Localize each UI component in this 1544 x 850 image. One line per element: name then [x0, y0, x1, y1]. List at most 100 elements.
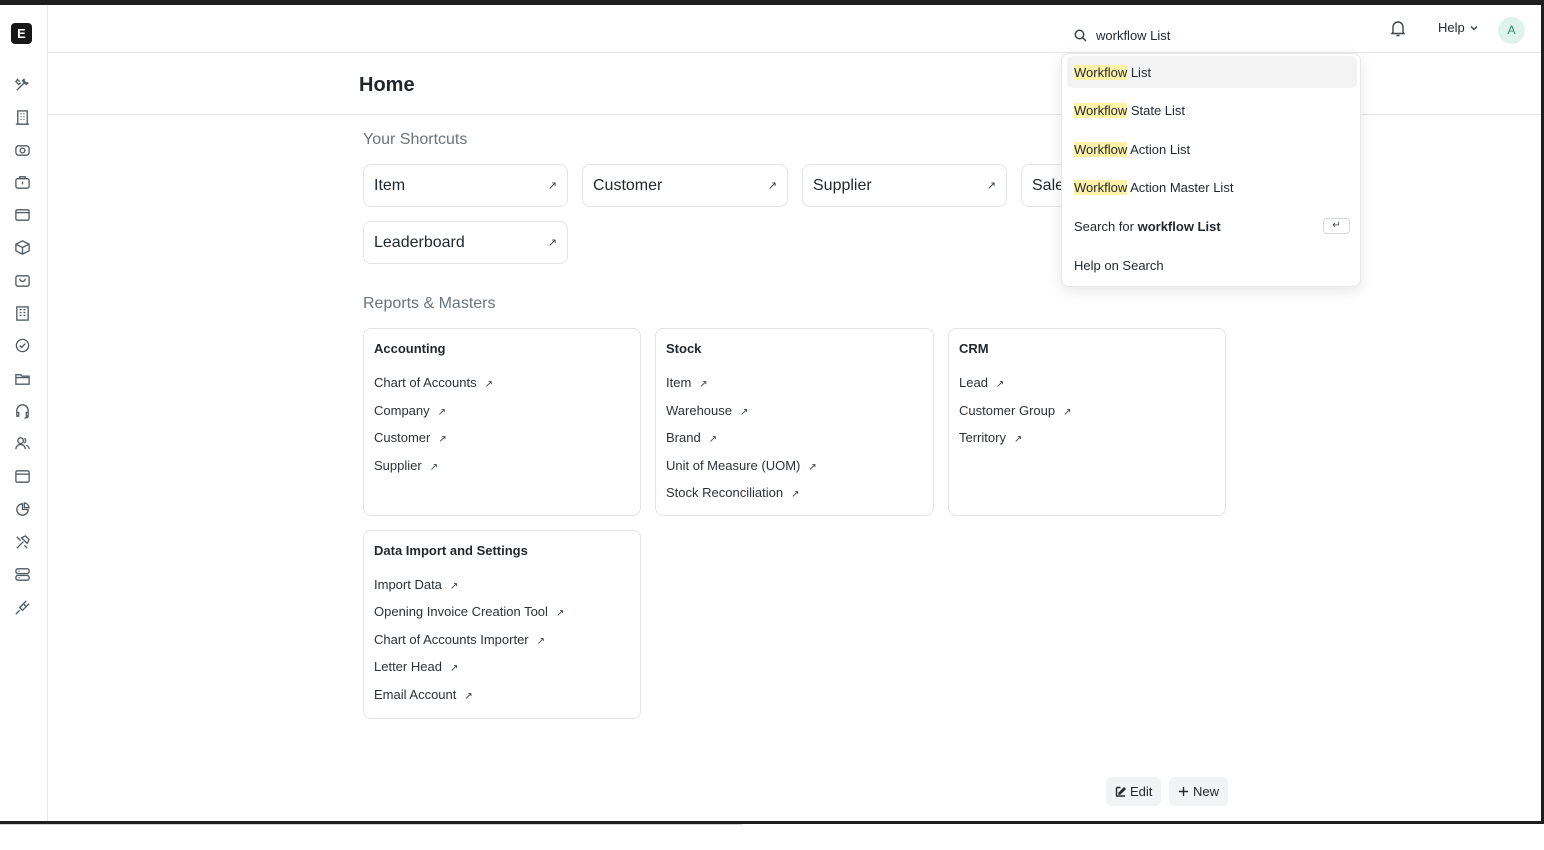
card-stock: Stock Item ↗ Warehouse ↗ Brand ↗ Unit of Me…	[655, 328, 934, 516]
shortcut-label: Leaderboard	[374, 234, 465, 251]
pie-chart-icon[interactable]	[13, 500, 31, 518]
tools-icon[interactable]	[13, 75, 31, 93]
enter-key-icon: ↵	[1323, 218, 1350, 234]
arrow-up-right-icon: ↗	[429, 462, 439, 473]
link-email-account[interactable]: Email Account ↗	[374, 687, 473, 702]
link-import-data[interactable]: Import Data ↗	[374, 577, 458, 592]
card-title: Accounting	[374, 341, 446, 356]
link-item[interactable]: Item ↗	[666, 375, 708, 390]
awesomebar-search	[1064, 21, 1360, 49]
notification-bell-icon[interactable]	[1390, 20, 1408, 38]
arrow-up-right-icon: ↗	[547, 237, 557, 249]
arrow-up-right-icon: ↗	[808, 462, 817, 473]
card-data-import-settings: Data Import and Settings Import Data ↗ Op…	[363, 530, 641, 719]
arrow-up-right-icon: ↗	[555, 608, 565, 619]
help-label: Help	[1438, 20, 1465, 35]
result-workflow-list[interactable]: Workflow List	[1067, 56, 1357, 88]
app-logo[interactable]: E	[11, 23, 32, 44]
link-chart-of-accounts[interactable]: Chart of Accounts ↗	[374, 375, 493, 390]
arrow-up-right-icon: ↗	[449, 663, 459, 674]
link-brand[interactable]: Brand ↗	[666, 430, 717, 445]
help-dropdown-button[interactable]: Help	[1438, 20, 1479, 35]
arrow-up-right-icon: ↗	[986, 180, 996, 192]
arrow-up-right-icon: ↗	[740, 407, 749, 418]
bag-icon[interactable]	[13, 271, 31, 289]
link-lead[interactable]: Lead ↗	[959, 375, 1004, 390]
chevron-down-icon	[1470, 25, 1478, 31]
card-accounting: Accounting Chart of Accounts ↗ Company ↗ C…	[363, 328, 641, 516]
arrow-up-right-icon: ↗	[449, 581, 459, 592]
arrow-up-right-icon: ↗	[699, 379, 708, 390]
plug-icon[interactable]	[13, 598, 31, 616]
hammer-icon[interactable]	[13, 533, 31, 551]
user-avatar[interactable]: A	[1498, 17, 1525, 44]
shortcuts-section-title: Your Shortcuts	[363, 131, 468, 148]
users-icon[interactable]	[13, 434, 31, 452]
shortcut-supplier[interactable]: Supplier ↗	[802, 164, 1007, 207]
sidebar: E	[0, 5, 48, 821]
shortcut-item[interactable]: Item ↗	[363, 164, 568, 207]
arrow-up-right-icon: ↗	[484, 379, 494, 390]
shortcut-label: Customer	[593, 177, 663, 194]
card-title: Stock	[666, 341, 702, 356]
link-letter-head[interactable]: Letter Head ↗	[374, 659, 458, 674]
building-icon[interactable]	[13, 108, 31, 126]
link-customer[interactable]: Customer ↗	[374, 430, 447, 445]
arrow-up-right-icon: ↗	[1063, 407, 1072, 418]
shortcut-label: Item	[374, 177, 406, 194]
shortcut-label: Supplier	[813, 177, 872, 194]
result-workflow-action-list[interactable]: Workflow Action List	[1067, 133, 1357, 165]
arrow-up-right-icon: ↗	[995, 379, 1005, 390]
link-company[interactable]: Company ↗	[374, 403, 446, 418]
new-button[interactable]: New	[1169, 777, 1229, 806]
edit-button[interactable]: Edit	[1106, 777, 1162, 806]
search-icon	[1074, 29, 1087, 42]
arrow-up-right-icon: ↗	[547, 180, 557, 192]
arrow-up-right-icon: ↗	[791, 489, 800, 500]
plus-icon	[1179, 787, 1188, 796]
shortcut-customer[interactable]: Customer ↗	[582, 164, 788, 207]
arrow-up-right-icon: ↗	[437, 407, 447, 418]
new-label: New	[1193, 784, 1220, 799]
page-title: Home	[359, 74, 415, 96]
result-workflow-state-list[interactable]: Workflow State List	[1067, 94, 1357, 126]
link-customer-group[interactable]: Customer Group ↗	[959, 403, 1071, 418]
office-icon[interactable]	[13, 304, 31, 322]
card-crm: CRM Lead ↗ Customer Group ↗ Territory ↗	[948, 328, 1226, 516]
briefcase-icon[interactable]	[13, 173, 31, 191]
result-workflow-action-master-list[interactable]: Workflow Action Master List	[1067, 171, 1357, 203]
card-icon[interactable]	[13, 205, 31, 223]
box-icon[interactable]	[13, 238, 31, 256]
reports-section-title: Reports & Masters	[363, 295, 496, 312]
browser-icon[interactable]	[13, 467, 31, 485]
badge-icon[interactable]	[13, 336, 31, 354]
arrow-up-right-icon: ↗	[438, 434, 447, 445]
divider	[0, 824, 742, 825]
link-territory[interactable]: Territory ↗	[959, 430, 1022, 445]
arrow-up-right-icon: ↗	[536, 636, 546, 647]
search-input[interactable]	[1096, 25, 1346, 45]
arrow-up-right-icon: ↗	[708, 434, 718, 445]
edit-icon	[1115, 786, 1126, 797]
link-opening-invoice-tool[interactable]: Opening Invoice Creation Tool ↗	[374, 604, 564, 619]
shortcut-leaderboard[interactable]: Leaderboard ↗	[363, 221, 568, 264]
link-uom[interactable]: Unit of Measure (UOM) ↗	[666, 458, 817, 473]
arrow-up-right-icon: ↗	[767, 180, 777, 192]
server-icon[interactable]	[13, 565, 31, 583]
search-for-item[interactable]: Search for workflow List ↵	[1067, 210, 1357, 242]
card-title: Data Import and Settings	[374, 543, 528, 558]
help-on-search-item[interactable]: Help on Search	[1067, 249, 1357, 281]
folder-icon[interactable]	[13, 369, 31, 387]
card-title: CRM	[959, 341, 989, 356]
link-coa-importer[interactable]: Chart of Accounts Importer ↗	[374, 632, 545, 647]
search-results-dropdown: Workflow List Workflow State List Workfl…	[1061, 53, 1361, 287]
link-warehouse[interactable]: Warehouse ↗	[666, 403, 748, 418]
link-supplier[interactable]: Supplier ↗	[374, 458, 438, 473]
link-stock-reconciliation[interactable]: Stock Reconciliation ↗	[666, 485, 799, 500]
arrow-up-right-icon: ↗	[1013, 434, 1023, 445]
headset-icon[interactable]	[13, 401, 31, 419]
app-window: E Help A Home Your Shortcuts Item ↗ Cust…	[0, 0, 1544, 824]
eye-icon[interactable]	[13, 141, 31, 159]
edit-label: Edit	[1130, 784, 1153, 799]
arrow-up-right-icon: ↗	[464, 691, 473, 702]
